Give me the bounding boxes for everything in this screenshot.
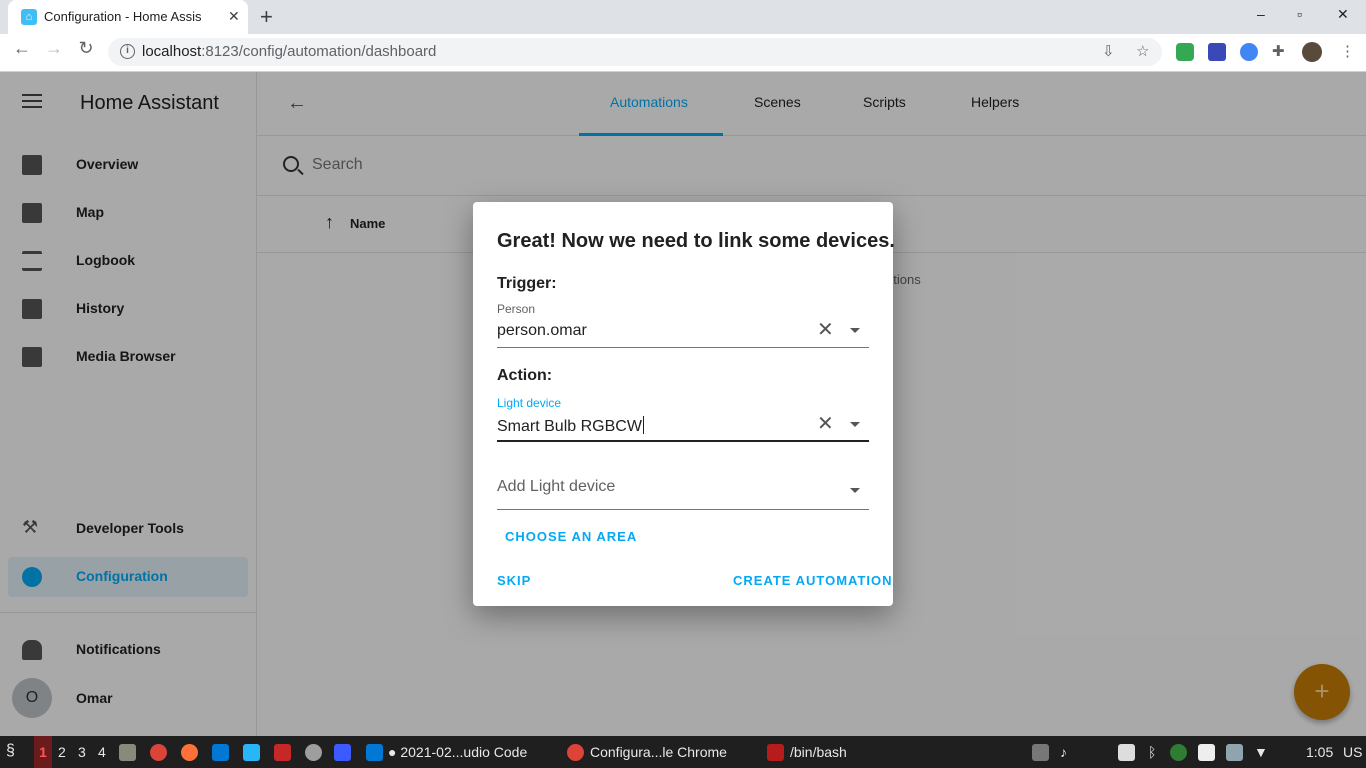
text-editor-icon[interactable] <box>274 744 291 761</box>
browser-menu-icon[interactable]: ⋮ <box>1340 42 1355 60</box>
clock[interactable]: 1:05 <box>1306 744 1333 760</box>
extensions-puzzle-icon[interactable]: ✚ <box>1272 42 1285 60</box>
cast-extension-icon[interactable] <box>1208 43 1226 61</box>
taskbar-window-vscode[interactable]: ● 2021-02...udio Code <box>388 744 527 760</box>
forward-nav-icon[interactable]: → <box>42 38 66 59</box>
volume-icon[interactable]: ♪ <box>1060 744 1067 760</box>
person-field-label: Person <box>497 302 536 316</box>
tray-keyboard-icon[interactable] <box>1118 744 1135 761</box>
kde-connect-icon[interactable] <box>243 744 260 761</box>
add-light-device-dropdown-arrow-icon[interactable] <box>850 488 860 493</box>
tray-app-icon[interactable] <box>1170 744 1187 761</box>
profile-avatar-icon[interactable] <box>1302 42 1322 62</box>
browser-tab[interactable]: ⌂ Configuration - Home Assis ✕ <box>8 0 248 34</box>
create-automation-button[interactable]: CREATE AUTOMATION <box>733 573 893 588</box>
tray-display-icon[interactable] <box>1226 744 1243 761</box>
tab-close-icon[interactable]: ✕ <box>228 8 240 25</box>
bluetooth-icon[interactable]: ᛒ <box>1148 744 1156 760</box>
light-device-field-value[interactable]: Smart Bulb RGBCW <box>497 416 644 436</box>
dialog-title: Great! Now we need to link some devices. <box>497 230 895 252</box>
clear-person-icon[interactable]: ✕ <box>817 320 834 340</box>
add-light-device-placeholder: Add Light device <box>497 478 616 495</box>
close-window-icon[interactable]: ✕ <box>1337 6 1349 23</box>
light-device-picker[interactable]: Light device Smart Bulb RGBCW ✕ <box>497 394 869 442</box>
light-device-field-label: Light device <box>497 396 562 410</box>
taskbar-window-chrome[interactable]: Configura...le Chrome <box>590 744 727 760</box>
clear-light-device-icon[interactable]: ✕ <box>817 414 834 434</box>
install-app-icon[interactable]: ⇩ <box>1102 42 1115 60</box>
workspace-3[interactable]: 3 <box>78 744 86 760</box>
maximize-icon[interactable]: ▫ <box>1297 6 1302 22</box>
keyboard-layout[interactable]: US <box>1343 744 1362 760</box>
obs-icon[interactable] <box>305 744 322 761</box>
address-bar[interactable]: i localhost:8123/config/automation/dashb… <box>108 38 1162 66</box>
workspace-1[interactable]: 1 <box>34 736 52 768</box>
home-assistant-favicon-icon: ⌂ <box>21 9 37 25</box>
person-picker[interactable]: Person person.omar ✕ <box>497 300 869 348</box>
back-nav-icon[interactable]: ← <box>10 38 34 59</box>
site-info-icon[interactable]: i <box>120 44 135 59</box>
bookmark-star-icon[interactable]: ☆ <box>1136 42 1149 60</box>
tab-title: Configuration - Home Assis <box>44 9 202 24</box>
tray-notes-icon[interactable] <box>1198 744 1215 761</box>
choose-area-button[interactable]: CHOOSE AN AREA <box>505 529 637 544</box>
shield-extension-icon[interactable] <box>1176 43 1194 61</box>
vscode-window-icon <box>366 744 383 761</box>
taskbar-window-bash[interactable]: /bin/bash <box>790 744 847 760</box>
wifi-icon[interactable]: ▼ <box>1254 744 1268 760</box>
file-manager-icon[interactable] <box>119 744 136 761</box>
tray-clipboard-icon[interactable] <box>1032 744 1049 761</box>
firefox-icon[interactable] <box>181 744 198 761</box>
chrome-window-icon <box>567 744 584 761</box>
add-light-device-picker[interactable]: Add Light device <box>497 462 869 510</box>
reload-icon[interactable]: ↻ <box>74 38 98 59</box>
light-device-dropdown-arrow-icon[interactable] <box>850 422 860 427</box>
new-tab-icon[interactable]: + <box>260 4 273 30</box>
workspace-4[interactable]: 4 <box>98 744 106 760</box>
person-field-value[interactable]: person.omar <box>497 322 587 340</box>
circle-extension-icon[interactable] <box>1240 43 1258 61</box>
action-heading: Action: <box>497 367 553 384</box>
vscode-icon[interactable] <box>212 744 229 761</box>
window-icon[interactable] <box>334 744 351 761</box>
link-devices-dialog: Great! Now we need to link some devices.… <box>473 202 895 606</box>
system-menu-icon[interactable]: § <box>6 742 15 760</box>
minimize-icon[interactable]: – <box>1257 6 1265 22</box>
skip-button[interactable]: SKIP <box>497 573 531 588</box>
browser-tabstrip: ⌂ Configuration - Home Assis ✕ + – ▫ ✕ <box>0 0 1366 34</box>
system-taskbar: § 1 2 3 4 ● 2021-02...udio Code Configur… <box>0 736 1366 768</box>
terminal-window-icon <box>767 744 784 761</box>
workspace-2[interactable]: 2 <box>58 744 66 760</box>
person-dropdown-arrow-icon[interactable] <box>850 328 860 333</box>
browser-toolbar: ← → ↻ i localhost:8123/config/automation… <box>0 34 1366 72</box>
chrome-icon[interactable] <box>150 744 167 761</box>
trigger-heading: Trigger: <box>497 275 557 292</box>
url-text[interactable]: localhost:8123/config/automation/dashboa… <box>142 43 436 60</box>
